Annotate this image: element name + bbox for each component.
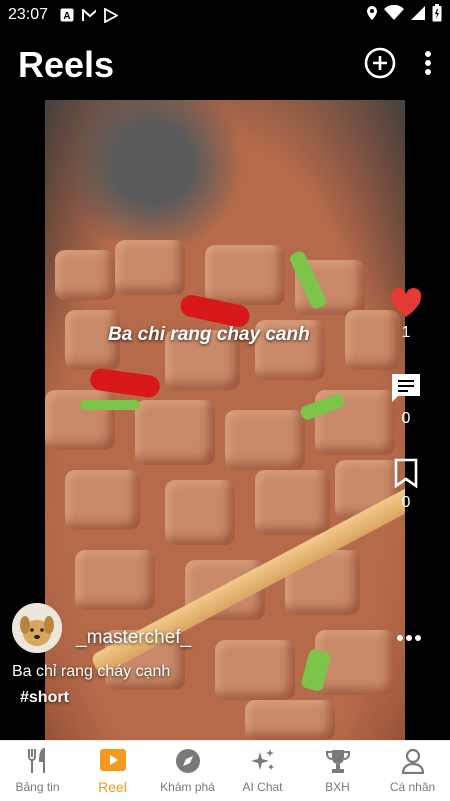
nav-label: BXH bbox=[325, 780, 350, 794]
page-title: Reels bbox=[18, 44, 115, 85]
nav-item-bang-tin[interactable]: Bảng tin bbox=[0, 741, 75, 801]
app-bar: Reels bbox=[0, 30, 450, 100]
mail-icon bbox=[82, 8, 97, 22]
nav-item-ca-nhan[interactable]: Cá nhân bbox=[375, 741, 450, 801]
wifi-icon bbox=[384, 4, 404, 26]
horizontal-dots-icon bbox=[397, 635, 421, 641]
play-icon bbox=[99, 747, 126, 773]
cutlery-icon bbox=[25, 748, 51, 774]
nav-label: Khám phá bbox=[160, 780, 215, 794]
video-description: Ba chỉ rang cháy cạnh bbox=[12, 663, 171, 680]
more-options-button[interactable] bbox=[424, 50, 432, 81]
svg-text:A: A bbox=[63, 11, 70, 22]
bottom-nav: Bảng tin Reel Khám phá AI Chat BXH Cá nh… bbox=[0, 740, 450, 801]
bookmark-icon bbox=[394, 458, 418, 488]
comment-button[interactable]: 0 bbox=[390, 372, 422, 428]
hashtag-link[interactable]: #short bbox=[20, 689, 69, 707]
save-count: 0 bbox=[401, 494, 411, 511]
nav-item-kham-pha[interactable]: Khám phá bbox=[150, 741, 225, 801]
video-overlay-caption: Ba chi rang chay canh bbox=[108, 324, 310, 345]
location-icon bbox=[366, 5, 378, 26]
battery-icon bbox=[432, 3, 442, 27]
signal-icon bbox=[410, 5, 426, 26]
author-row[interactable]: _masterchef_ bbox=[12, 603, 191, 653]
status-time: 23:07 bbox=[8, 6, 49, 23]
reel-video-area[interactable]: Ba chi rang chay canh 1 0 0 _masterchef_… bbox=[0, 100, 450, 740]
sparkle-icon bbox=[250, 748, 276, 774]
reel-side-actions: 1 0 0 bbox=[384, 288, 428, 542]
like-count: 1 bbox=[401, 324, 411, 341]
comment-icon bbox=[392, 374, 420, 402]
heart-icon bbox=[390, 288, 422, 317]
nav-item-bxh[interactable]: BXH bbox=[300, 741, 375, 801]
nav-label: AI Chat bbox=[242, 780, 283, 794]
nav-label: Reel bbox=[98, 779, 127, 795]
vertical-dots-icon bbox=[425, 50, 431, 75]
reel-more-button[interactable] bbox=[396, 622, 422, 648]
comment-count: 0 bbox=[401, 410, 411, 427]
like-button[interactable]: 1 bbox=[390, 288, 422, 342]
notification-a-icon: A bbox=[60, 8, 74, 22]
status-bar: 23:07 A bbox=[0, 0, 450, 30]
nav-item-ai-chat[interactable]: AI Chat bbox=[225, 741, 300, 801]
add-reel-button[interactable] bbox=[364, 47, 396, 84]
author-name[interactable]: _masterchef_ bbox=[76, 627, 191, 649]
play-store-icon bbox=[104, 7, 119, 23]
dog-avatar-icon bbox=[12, 603, 62, 653]
compass-icon bbox=[175, 748, 201, 774]
trophy-icon bbox=[325, 748, 351, 774]
plus-circle-icon bbox=[364, 47, 396, 78]
save-button[interactable]: 0 bbox=[394, 458, 418, 512]
user-icon bbox=[400, 748, 426, 774]
nav-label: Bảng tin bbox=[15, 780, 60, 794]
nav-item-reel[interactable]: Reel bbox=[75, 741, 150, 801]
nav-label: Cá nhân bbox=[389, 780, 436, 794]
avatar[interactable] bbox=[12, 603, 62, 653]
